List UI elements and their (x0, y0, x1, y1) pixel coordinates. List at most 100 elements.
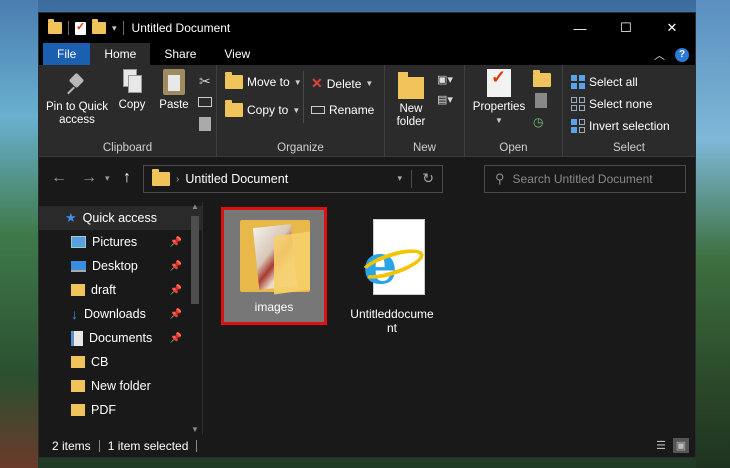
sidebar-item-pictures[interactable]: Pictures 📌 (39, 230, 202, 254)
help-icon[interactable]: ? (675, 48, 689, 62)
sidebar-item-cb[interactable]: CB (39, 350, 202, 374)
recent-locations-chevron-icon[interactable]: ▾ (105, 173, 110, 184)
open-folder-icon[interactable] (533, 70, 551, 90)
folder-icon (71, 404, 85, 416)
rename-icon (311, 106, 325, 114)
delete-button[interactable]: ✕ Delete ▼ (311, 75, 373, 92)
properties-button[interactable]: Properties ▼ (471, 69, 527, 127)
paste-button[interactable]: Paste (157, 69, 191, 112)
scroll-up-chevron-icon[interactable]: ▲ (191, 202, 199, 211)
status-bar: 2 items 1 item selected ☰ ▣ (39, 435, 695, 457)
breadcrumb-path[interactable]: Untitled Document (185, 172, 288, 186)
cut-icon[interactable]: ✂ (199, 73, 211, 90)
back-arrow-icon[interactable]: ← (51, 169, 67, 187)
desktop-icon (71, 260, 86, 272)
large-icons-view-icon[interactable]: ▣ (673, 438, 689, 453)
new-folder-icon (398, 72, 424, 99)
properties-icon[interactable] (75, 20, 86, 35)
copy-to-button[interactable]: Copy to ▼ (225, 100, 300, 117)
copy-to-label: Copy to (247, 103, 289, 117)
tab-home[interactable]: Home (90, 43, 151, 65)
file-item-images[interactable]: images (221, 207, 327, 325)
copy-path-icon[interactable] (198, 97, 212, 107)
edit-icon[interactable] (535, 93, 547, 108)
invert-selection-button[interactable]: Invert selection (571, 119, 670, 133)
up-arrow-icon[interactable]: ↑ (123, 169, 131, 187)
close-button[interactable]: ✕ (649, 13, 695, 43)
navigation-bar: ← → ▾ ↑ › Untitled Document ▾ ↻ ⚲ Search… (39, 157, 695, 201)
select-none-icon (571, 97, 585, 111)
search-icon: ⚲ (495, 171, 505, 186)
sidebar-item-downloads[interactable]: ↓ Downloads 📌 (39, 302, 202, 326)
sidebar-item-pdf[interactable]: PDF (39, 398, 202, 422)
maximize-button[interactable]: ☐ (603, 13, 649, 43)
address-bar[interactable]: › Untitled Document ▾ ↻ (143, 165, 443, 193)
customize-toolbar-chevron-icon[interactable]: ▾ (112, 23, 117, 34)
folder-icon (152, 169, 170, 186)
delete-x-icon: ✕ (311, 75, 323, 91)
minimize-button[interactable]: — (557, 13, 603, 43)
delete-label: Delete (326, 76, 362, 91)
move-to-button[interactable]: Move to ▼ (225, 72, 302, 89)
easy-access-icon[interactable]: ▤▾ (437, 93, 453, 106)
view-toggle: ☰ ▣ (653, 438, 689, 453)
select-none-button[interactable]: Select none (571, 97, 652, 111)
collapse-ribbon-chevron-icon[interactable]: ︿ (654, 47, 665, 63)
sidebar-item-draft[interactable]: draft 📌 (39, 278, 202, 302)
refresh-icon[interactable]: ↻ (422, 170, 434, 187)
properties-label: Properties (472, 101, 526, 113)
select-group: Select all Select none Invert selection … (563, 65, 695, 157)
title-bar: ▾ Untitled Document — ☐ ✕ (39, 13, 695, 43)
scrollbar-thumb[interactable] (191, 216, 199, 304)
move-to-label: Move to (247, 75, 290, 89)
tab-view[interactable]: View (210, 43, 264, 65)
new-group-label: New (412, 142, 436, 154)
select-all-button[interactable]: Select all (571, 75, 638, 89)
file-list: images e Untitleddocume nt (203, 202, 695, 436)
desktop-wallpaper-right (696, 0, 730, 468)
sidebar-item-quick-access[interactable]: ★ Quick access (39, 206, 202, 230)
address-history-chevron-icon[interactable]: ▾ (397, 173, 402, 184)
sidebar-item-label: Downloads (84, 307, 146, 321)
clipboard-group-label: Clipboard (102, 142, 153, 154)
folder-icon (71, 356, 85, 368)
rename-button[interactable]: Rename (311, 103, 374, 117)
item-count: 2 items (52, 439, 91, 453)
history-icon[interactable]: ◷ (533, 115, 543, 129)
properties-icon (487, 69, 511, 97)
copy-button[interactable]: Copy (117, 69, 147, 112)
pinned-icon: 📌 (169, 260, 182, 272)
desktop-wallpaper-left (0, 0, 38, 468)
sidebar-item-label: Desktop (92, 259, 138, 273)
sidebar-item-label: New folder (91, 379, 151, 393)
new-folder-button[interactable]: New folder (391, 71, 431, 129)
scroll-down-chevron-icon[interactable]: ▼ (191, 425, 199, 434)
pin-to-quick-access-button[interactable]: Pin to Quick access (45, 73, 109, 127)
search-input[interactable]: ⚲ Search Untitled Document (484, 165, 686, 193)
sidebar-scrollbar[interactable]: ▲ ▼ (190, 202, 200, 434)
forward-arrow-icon[interactable]: → (81, 169, 97, 187)
sidebar-item-label: CB (91, 355, 109, 369)
paste-label: Paste (159, 99, 189, 111)
breadcrumb-chevron-icon[interactable]: › (176, 174, 179, 185)
new-folder-icon[interactable] (92, 19, 106, 34)
select-group-label: Select (613, 142, 645, 154)
ribbon-tabs: File Home Share View ︿ ? (39, 43, 695, 65)
ribbon: Pin to Quick access Copy Paste ✂ Clipboa… (39, 65, 695, 157)
tab-file[interactable]: File (43, 43, 91, 65)
chevron-down-icon: ▼ (495, 116, 503, 125)
select-all-icon (571, 75, 585, 89)
details-view-icon[interactable]: ☰ (653, 438, 669, 453)
new-item-icon[interactable]: ▣▾ (437, 73, 453, 86)
window-controls: — ☐ ✕ (557, 13, 695, 43)
sidebar-item-desktop[interactable]: Desktop 📌 (39, 254, 202, 278)
main-area: ★ Quick access Pictures 📌 Desktop 📌 draf… (39, 202, 695, 436)
file-item-untitleddocument[interactable]: e Untitleddocume nt (339, 207, 445, 335)
tab-share[interactable]: Share (150, 43, 210, 65)
file-name: images (254, 300, 294, 314)
folder-icon (71, 380, 85, 392)
paste-shortcut-icon[interactable] (199, 117, 211, 131)
sidebar-item-new-folder[interactable]: New folder (39, 374, 202, 398)
sidebar-item-documents[interactable]: Documents 📌 (39, 326, 202, 350)
open-group-label: Open (499, 142, 528, 154)
